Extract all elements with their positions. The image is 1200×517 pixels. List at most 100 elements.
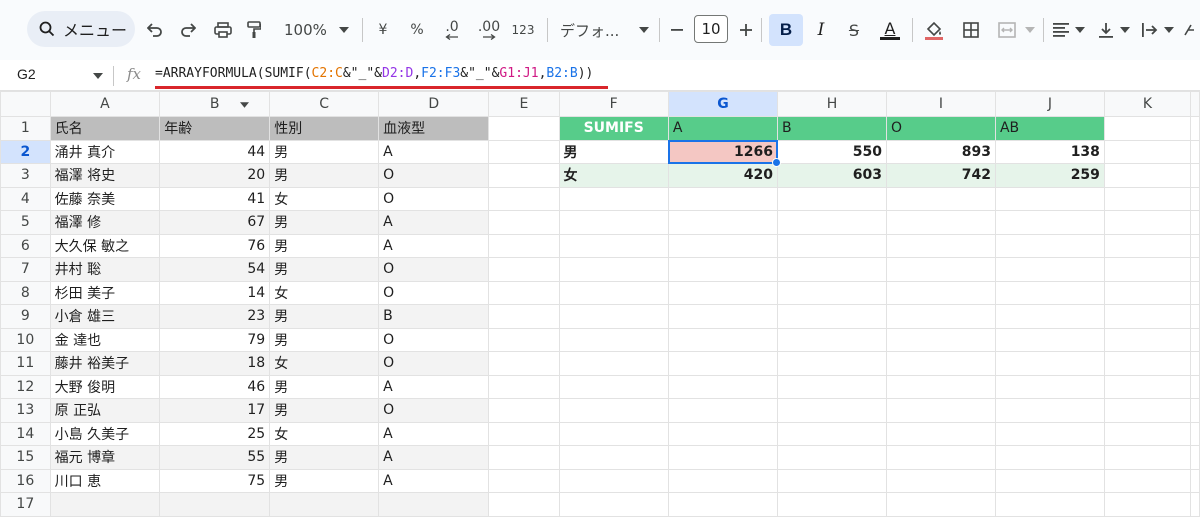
row-header[interactable]: 8 [0, 280, 51, 305]
grid-cell[interactable] [1103, 257, 1192, 282]
table-cell[interactable] [269, 492, 380, 517]
grid-cell[interactable] [558, 186, 669, 211]
grid-cell[interactable] [994, 186, 1105, 211]
row-header[interactable]: 9 [0, 304, 51, 329]
table-cell[interactable]: O [378, 398, 490, 423]
grid-cell[interactable] [488, 139, 560, 164]
grid-cell[interactable] [885, 280, 996, 305]
grid-cell[interactable] [667, 492, 779, 517]
grid-cell[interactable] [994, 468, 1105, 493]
redo-icon[interactable] [177, 15, 199, 45]
grid-cell[interactable] [885, 304, 996, 329]
grid-cell[interactable] [1103, 398, 1192, 423]
table-cell[interactable]: O [378, 351, 490, 376]
undo-icon[interactable] [144, 15, 166, 45]
table-cell[interactable]: A [378, 374, 490, 399]
row-header[interactable]: 15 [0, 445, 51, 470]
row-header[interactable]: 10 [0, 327, 51, 352]
grid-cell[interactable] [777, 186, 887, 211]
grid-cell[interactable] [1103, 233, 1192, 258]
table-cell[interactable]: 76 [159, 233, 271, 258]
grid-cell[interactable] [667, 280, 779, 305]
increase-decimal-button[interactable]: .00 [477, 15, 501, 45]
print-icon[interactable] [211, 15, 235, 45]
table-header-cell[interactable]: 氏名 [49, 116, 161, 141]
table-cell[interactable]: 小倉 雄三 [49, 304, 161, 329]
grid-cell[interactable] [994, 374, 1105, 399]
grid-cell[interactable] [777, 304, 887, 329]
table-cell[interactable]: 福澤 将史 [49, 163, 161, 188]
table-cell[interactable]: 男 [269, 304, 380, 329]
table-cell[interactable]: 54 [159, 257, 271, 282]
grid-cell[interactable] [558, 233, 669, 258]
table-cell[interactable]: 男 [269, 327, 380, 352]
table-cell[interactable]: 46 [159, 374, 271, 399]
grid-cell[interactable] [488, 327, 560, 352]
table-cell[interactable]: 20 [159, 163, 271, 188]
name-box[interactable]: G2 [17, 66, 36, 82]
table-cell[interactable]: B [378, 304, 490, 329]
table-cell[interactable]: 14 [159, 280, 271, 305]
table-cell[interactable] [159, 492, 271, 517]
grid-cell[interactable] [667, 327, 779, 352]
formula-input[interactable]: =ARRAYFORMULA(SUMIF(C2:C&"_"&D2:D,F2:F3&… [155, 66, 593, 81]
grid-cell[interactable] [488, 398, 560, 423]
table-cell[interactable]: 女 [269, 351, 380, 376]
grid-cell[interactable] [885, 492, 996, 517]
grid-cell[interactable] [558, 327, 669, 352]
selected-cell-g2[interactable]: 1266 [667, 139, 782, 167]
name-box-caret-icon[interactable] [93, 73, 103, 79]
summary-header-cell[interactable]: A [667, 116, 779, 141]
horizontal-align-caret-icon[interactable] [1074, 15, 1086, 45]
grid-cell[interactable] [885, 327, 996, 352]
table-cell[interactable]: 男 [269, 233, 380, 258]
grid-cell[interactable] [994, 327, 1105, 352]
row-header[interactable]: 11 [0, 351, 51, 376]
number-format-button[interactable]: 123 [510, 15, 536, 45]
grid-cell[interactable] [558, 351, 669, 376]
summary-value-cell[interactable]: 603 [777, 163, 887, 188]
column-header-e[interactable]: E [488, 91, 560, 117]
grid-cell[interactable] [994, 445, 1105, 470]
table-cell[interactable]: A [378, 445, 490, 470]
row-header[interactable]: 13 [0, 398, 51, 423]
grid-cell[interactable] [1103, 139, 1192, 164]
grid-cell[interactable] [994, 398, 1105, 423]
grid-cell[interactable] [488, 186, 560, 211]
text-wrap-icon[interactable] [1140, 15, 1160, 45]
font-size-increase-icon[interactable] [738, 15, 754, 45]
table-cell[interactable]: A [378, 210, 490, 235]
row-header[interactable]: 4 [0, 186, 51, 211]
grid-cell[interactable] [1103, 351, 1192, 376]
table-cell[interactable]: 55 [159, 445, 271, 470]
grid-cell[interactable] [777, 280, 887, 305]
font-family-caret-icon[interactable] [638, 15, 650, 45]
grid-cell[interactable] [488, 163, 560, 188]
filter-caret-icon[interactable] [240, 102, 250, 108]
fill-color-icon[interactable] [923, 15, 945, 45]
table-cell[interactable]: 原 正弘 [49, 398, 161, 423]
table-cell[interactable]: 25 [159, 421, 271, 446]
table-cell[interactable] [378, 492, 490, 517]
table-cell[interactable]: O [378, 280, 490, 305]
grid-cell[interactable] [777, 421, 887, 446]
column-header-b[interactable]: B [159, 91, 271, 117]
summary-value-cell[interactable]: 893 [885, 139, 996, 164]
borders-icon[interactable] [960, 15, 982, 45]
row-header[interactable]: 5 [0, 210, 51, 235]
table-cell[interactable]: 男 [269, 398, 380, 423]
grid-cell[interactable] [994, 257, 1105, 282]
grid-cell[interactable] [777, 257, 887, 282]
table-cell[interactable]: 女 [269, 186, 380, 211]
table-cell[interactable]: 男 [269, 445, 380, 470]
grid-cell[interactable] [558, 210, 669, 235]
table-cell[interactable]: 23 [159, 304, 271, 329]
grid-cell[interactable] [558, 280, 669, 305]
grid-cell[interactable] [1103, 445, 1192, 470]
grid-cell[interactable] [558, 398, 669, 423]
summary-header-cell[interactable]: O [885, 116, 996, 141]
summary-header-cell[interactable]: AB [994, 116, 1105, 141]
zoom-select[interactable]: 100% [284, 15, 334, 45]
row-header[interactable]: 16 [0, 468, 51, 493]
horizontal-align-icon[interactable] [1051, 15, 1071, 45]
